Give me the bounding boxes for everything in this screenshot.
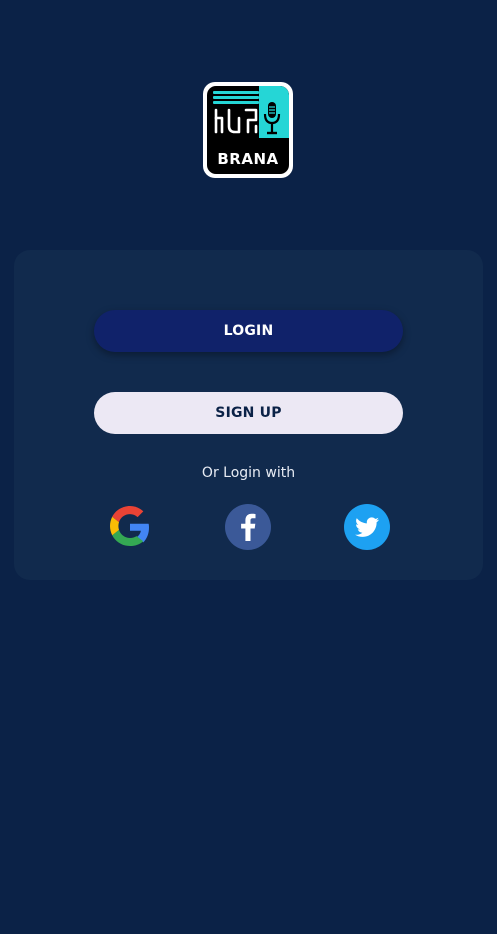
- sign-up-button[interactable]: SIGN UP: [94, 392, 403, 434]
- google-login-button[interactable]: [107, 504, 153, 550]
- logo-stripes: [213, 91, 259, 106]
- alt-login-text: Or Login with: [201, 465, 296, 481]
- facebook-icon: [225, 504, 271, 550]
- logo-script-glyphs: [214, 108, 258, 134]
- facebook-login-button[interactable]: [225, 504, 271, 550]
- google-icon: [110, 506, 149, 546]
- app-logo: BRANA: [203, 82, 293, 178]
- auth-card: LOGIN SIGN UP Or Login with: [14, 250, 483, 580]
- logo-badge: BRANA: [207, 86, 289, 174]
- twitter-icon: [344, 504, 390, 550]
- login-screen: BRANA LOGIN SIGN UP Or Login with: [0, 0, 497, 934]
- logo-wordmark: BRANA: [217, 150, 279, 168]
- login-button[interactable]: LOGIN: [94, 310, 403, 352]
- twitter-login-button[interactable]: [344, 504, 390, 550]
- microphone-icon: [263, 102, 281, 135]
